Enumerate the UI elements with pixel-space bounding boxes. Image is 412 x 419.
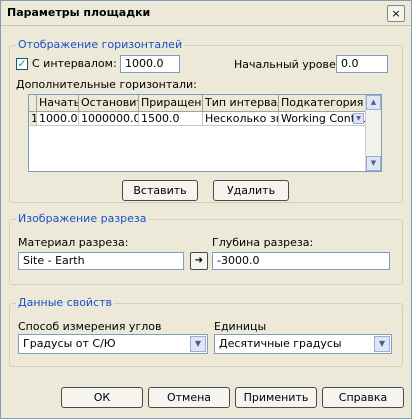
table-header-subcategory[interactable]: Подкатегория bbox=[279, 95, 366, 112]
delete-button[interactable]: Удалить bbox=[213, 180, 289, 201]
increment-cell[interactable]: 1500.0 bbox=[139, 112, 203, 126]
apply-button[interactable]: Применить bbox=[235, 387, 317, 408]
help-button[interactable]: Справка bbox=[322, 387, 404, 408]
start-cell[interactable]: 1000.0 bbox=[37, 112, 79, 126]
subcategory-cell[interactable]: Working Contou ▼ bbox=[279, 112, 366, 126]
start-level-input[interactable]: 0.0 bbox=[336, 55, 388, 73]
row-index-cell: 1 bbox=[29, 112, 37, 126]
table-vertical-scrollbar[interactable]: ▲ ▼ bbox=[365, 95, 381, 171]
units-select[interactable]: Десятичные градусы ▼ bbox=[214, 334, 392, 354]
section-material-label: Материал разреза: bbox=[18, 236, 129, 249]
table-header-index bbox=[29, 95, 37, 112]
insert-button[interactable]: Вставить bbox=[122, 180, 198, 201]
cancel-button[interactable]: Отмена bbox=[148, 387, 230, 408]
browse-arrow-icon: ➜ bbox=[194, 255, 204, 266]
additional-contours-table[interactable]: Начать Остановить Приращение Тип интерва… bbox=[28, 94, 382, 172]
section-display-group: Изображение разреза Материал разреза: Si… bbox=[9, 212, 403, 285]
angle-method-label: Способ измерения углов bbox=[18, 320, 162, 333]
site-settings-dialog: Параметры площадки × Отображение горизон… bbox=[0, 0, 412, 419]
check-icon: ✓ bbox=[17, 57, 27, 70]
property-data-group: Данные свойств Способ измерения углов Гр… bbox=[9, 296, 403, 367]
contour-display-legend: Отображение горизонталей bbox=[16, 38, 185, 51]
section-depth-label: Глубина разреза: bbox=[212, 236, 314, 249]
interval-label: С интервалом: bbox=[32, 57, 117, 70]
dialog-title: Параметры площадки bbox=[7, 6, 151, 19]
material-browse-button[interactable]: ➜ bbox=[190, 252, 208, 270]
title-bar: Параметры площадки × bbox=[1, 1, 411, 26]
scroll-down-icon[interactable]: ▼ bbox=[366, 156, 381, 171]
close-button[interactable]: × bbox=[387, 5, 405, 22]
table-header-start[interactable]: Начать bbox=[37, 95, 79, 112]
contour-display-group: Отображение горизонталей ✓ С интервалом:… bbox=[9, 38, 403, 203]
interval-input[interactable]: 1000.0 bbox=[120, 55, 180, 73]
scroll-up-icon[interactable]: ▲ bbox=[366, 95, 381, 110]
range-type-cell[interactable]: Несколько зн bbox=[203, 112, 279, 126]
chevron-down-icon[interactable]: ▼ bbox=[374, 336, 390, 352]
ok-button[interactable]: ОК bbox=[61, 387, 143, 408]
angle-method-value: Градусы от С/Ю bbox=[23, 337, 116, 350]
section-depth-input[interactable]: -3000.0 bbox=[212, 252, 390, 270]
table-header-stop[interactable]: Остановить bbox=[79, 95, 139, 112]
close-icon: × bbox=[391, 7, 401, 20]
additional-contours-label: Дополнительные горизонтали: bbox=[16, 78, 197, 91]
section-display-legend: Изображение разреза bbox=[16, 212, 149, 225]
table-header-range-type[interactable]: Тип интервала bbox=[203, 95, 279, 112]
subcategory-dropdown-arrow-icon[interactable]: ▼ bbox=[353, 113, 364, 124]
angle-method-select[interactable]: Градусы от С/Ю ▼ bbox=[18, 334, 208, 354]
section-material-field: Site - Earth bbox=[18, 252, 184, 270]
chevron-down-icon[interactable]: ▼ bbox=[190, 336, 206, 352]
table-header-increment[interactable]: Приращение bbox=[139, 95, 203, 112]
property-data-legend: Данные свойств bbox=[16, 296, 115, 309]
interval-checkbox[interactable]: ✓ bbox=[16, 58, 28, 70]
units-label: Единицы bbox=[214, 320, 267, 333]
units-value: Десятичные градусы bbox=[219, 337, 342, 350]
stop-cell[interactable]: 1000000.0 bbox=[79, 112, 139, 126]
